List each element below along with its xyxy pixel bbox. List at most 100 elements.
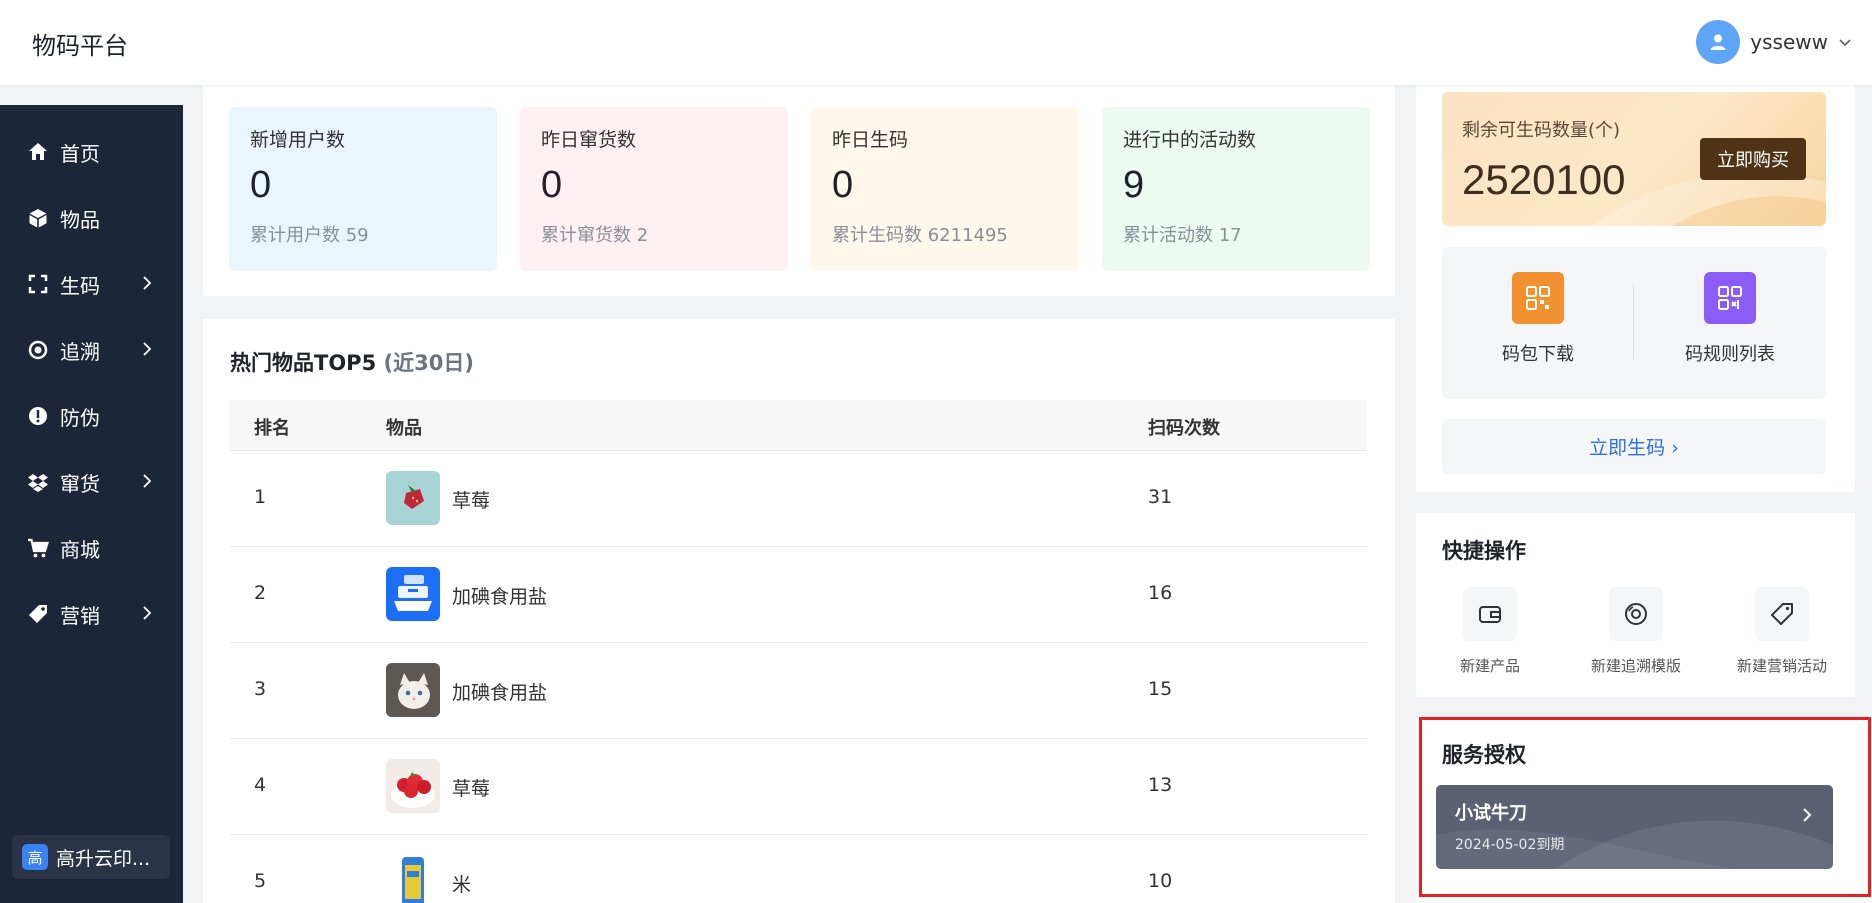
plan-name: 小试牛刀 [1455, 803, 1527, 824]
product-thumbnail [386, 471, 440, 525]
product-thumbnail [386, 567, 440, 621]
row-rank: 3 [254, 678, 267, 700]
top-items-subtitle: (近30日) [383, 351, 474, 375]
code-rules-list-button[interactable]: 码规则列表 [1634, 272, 1826, 366]
sidebar-item-label: 生码 [60, 273, 100, 298]
stat-label: 新增用户数 [250, 129, 346, 151]
tenant-name: 高升云印... [56, 847, 151, 870]
disc-icon [1609, 587, 1663, 641]
sidebar-item-items[interactable]: 物品 [0, 185, 183, 251]
stat-total: 累计生码数 6211495 [832, 225, 1008, 246]
scan-frame-icon [26, 272, 50, 296]
table-header: 排名 物品 扫码次数 [230, 400, 1367, 451]
new-marketing-activity-button[interactable]: 新建营销活动 [1722, 587, 1842, 676]
stat-card-activities: 进行中的活动数 9 累计活动数 17 [1102, 107, 1370, 271]
sidebar-item-label: 营销 [60, 603, 100, 628]
sidebar-item-marketing[interactable]: 营销 [0, 581, 183, 647]
plan-expiry: 2024-05-02到期 [1455, 837, 1565, 853]
alert-circle-icon [26, 404, 50, 428]
stat-label: 进行中的活动数 [1123, 129, 1257, 151]
sidebar-item-codegen[interactable]: 生码 [0, 251, 183, 317]
code-package-download-button[interactable]: 码包下载 [1442, 272, 1634, 366]
code-tools-card: 码包下载 码规则列表 [1442, 247, 1826, 399]
buy-now-button[interactable]: 立即购买 [1700, 138, 1806, 180]
top-header: 物码平台 yssеww [0, 0, 1872, 85]
top-items-title-text: 热门物品TOP5 [230, 351, 377, 375]
service-authorization-panel: 服务授权 小试牛刀 2024-05-02到期 [1416, 717, 1872, 903]
sidebar-item-label: 物品 [60, 207, 100, 232]
wallet-icon [1463, 587, 1517, 641]
sidebar-item-label: 防伪 [60, 405, 100, 430]
sidebar-item-diversion[interactable]: 窜货 [0, 449, 183, 515]
row-rank: 2 [254, 582, 267, 604]
row-scan-count: 16 [1148, 582, 1173, 604]
top-items-title: 热门物品TOP5 (近30日) [230, 347, 474, 377]
row-product-name: 草莓 [452, 490, 491, 512]
user-menu[interactable]: yssеww [1696, 20, 1852, 64]
product-thumbnail [386, 663, 440, 717]
product-thumbnail [386, 759, 440, 813]
chevron-down-icon [1838, 35, 1852, 49]
row-scan-count: 13 [1148, 774, 1173, 796]
code-package-download-label: 码包下载 [1502, 344, 1574, 365]
stat-total: 累计窜货数 2 [541, 225, 649, 246]
stat-value: 0 [541, 164, 563, 206]
tenant-switcher[interactable]: 高 高升云印... [12, 835, 170, 879]
code-quota-panel: 剩余可生码数量(个) 2520100 立即购买 码包下载 码规则列表 立即生码 … [1416, 85, 1855, 492]
chevron-right-icon [141, 273, 153, 293]
new-trace-template-button[interactable]: 新建追溯模版 [1576, 587, 1696, 676]
sidebar-item-label: 商城 [60, 537, 100, 562]
plan-card-background [1436, 820, 1833, 869]
row-product-name: 草莓 [452, 778, 491, 800]
column-header-rank: 排名 [254, 418, 290, 439]
stat-total: 累计用户数 59 [250, 225, 369, 246]
row-scan-count: 10 [1148, 870, 1173, 892]
dropbox-icon [26, 470, 50, 494]
username: yssеww [1750, 30, 1828, 54]
sidebar-item-home[interactable]: 首页 [0, 119, 183, 185]
stat-card-new-users: 新增用户数 0 累计用户数 59 [229, 107, 497, 271]
sidebar-item-label: 追溯 [60, 339, 100, 364]
cube-icon [26, 206, 50, 230]
stat-card-diversion: 昨日窜货数 0 累计窜货数 2 [520, 107, 788, 271]
quota-label: 剩余可生码数量(个) [1462, 120, 1621, 141]
app-title: 物码平台 [32, 32, 128, 60]
top-items-panel: 热门物品TOP5 (近30日) 排名 物品 扫码次数 1 草莓 31 2 加碘食… [203, 319, 1395, 903]
table-row[interactable]: 2 加碘食用盐 16 [230, 547, 1367, 643]
row-product-name: 米 [452, 874, 472, 896]
new-trace-template-label: 新建追溯模版 [1590, 657, 1681, 675]
table-row[interactable]: 4 草莓 13 [230, 739, 1367, 835]
service-authorization-title: 服务授权 [1442, 743, 1526, 767]
tag-icon [26, 602, 50, 626]
tenant-badge: 高 [22, 844, 48, 870]
code-rules-list-label: 码规则列表 [1685, 344, 1775, 365]
stat-label: 昨日生码 [832, 129, 909, 151]
home-icon [26, 140, 50, 164]
generate-now-button[interactable]: 立即生码 › [1442, 419, 1826, 474]
column-header-item: 物品 [386, 418, 422, 439]
quota-card: 剩余可生码数量(个) 2520100 立即购买 [1442, 92, 1826, 226]
new-product-button[interactable]: 新建产品 [1430, 587, 1550, 676]
table-row[interactable]: 3 加碘食用盐 15 [230, 643, 1367, 739]
quota-value: 2520100 [1462, 156, 1626, 203]
stat-card-codes: 昨日生码 0 累计生码数 6211495 [811, 107, 1079, 271]
sidebar-item-label: 首页 [60, 141, 100, 166]
sidebar-item-mall[interactable]: 商城 [0, 515, 183, 581]
qrcode-icon [1512, 272, 1564, 324]
table-row[interactable]: 5 米 10 [230, 835, 1367, 903]
sidebar-item-anticounterfeit[interactable]: 防伪 [0, 383, 183, 449]
cart-icon [26, 536, 50, 560]
sidebar-item-trace[interactable]: 追溯 [0, 317, 183, 383]
user-icon [1696, 20, 1741, 64]
service-plan-card[interactable]: 小试牛刀 2024-05-02到期 [1436, 785, 1833, 869]
new-product-label: 新建产品 [1459, 657, 1520, 675]
stat-value: 9 [1123, 164, 1145, 206]
row-rank: 4 [254, 774, 267, 796]
stat-label: 昨日窜货数 [541, 129, 637, 151]
stat-value: 0 [832, 164, 854, 206]
qrcode-list-icon [1704, 272, 1756, 324]
price-tag-icon [1755, 587, 1809, 641]
chevron-right-icon [1801, 805, 1813, 825]
quick-actions-title: 快捷操作 [1442, 539, 1526, 563]
table-row[interactable]: 1 草莓 31 [230, 451, 1367, 547]
